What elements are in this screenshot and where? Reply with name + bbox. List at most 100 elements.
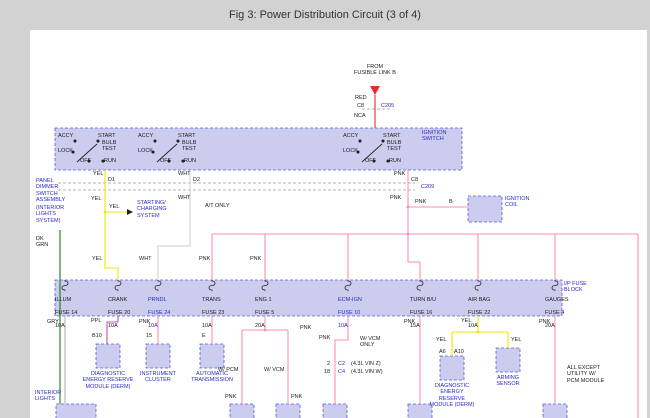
switch-run-label: RUN	[389, 158, 401, 164]
starting-system-arrow-icon	[127, 209, 133, 215]
fuse-name: AIR BAG	[468, 297, 490, 303]
vcm-box	[276, 404, 300, 418]
wiring-diagram	[0, 0, 650, 418]
connector-c4-link[interactable]: C4	[338, 369, 345, 375]
fuse-ecm-ign-link[interactable]: ECM-IGN FUSE 10 10A	[338, 291, 362, 335]
fuse-amp: 20A	[255, 323, 274, 329]
wire-color-label: PNK	[139, 319, 150, 325]
wire-color-label: YEL	[93, 171, 103, 177]
wire-color-label: PNK	[404, 319, 415, 325]
switch-lock-label: LOCK	[343, 148, 358, 154]
switch-off-label: OFF	[80, 158, 91, 164]
at-only-note: A/T ONLY	[205, 203, 230, 209]
wpcm-note: W/ PCM	[218, 367, 238, 373]
wvcm-only-note: W/ VCM ONLY	[360, 336, 390, 349]
wire-wht-at-only	[158, 170, 190, 281]
connector-c2-link[interactable]: C2	[338, 361, 345, 367]
ignition-switch-label[interactable]: IGNITION SWITCH	[422, 130, 462, 143]
derm-link[interactable]: DIAGNOSTIC ENERGY RESERVE MODULE (DERM)	[78, 371, 138, 390]
fuse-turn-bu: TURN B/U FUSE 16 15A	[410, 291, 436, 335]
switch-off-label: OFF	[365, 158, 376, 164]
fuse-name: ILLUM	[55, 297, 77, 303]
wire-color-label: YEL	[511, 337, 521, 343]
wire-color-label: YEL	[436, 337, 446, 343]
instrument-cluster-box	[146, 344, 170, 368]
fuse-illum: ILLUM FUSE 14 10A	[55, 291, 77, 335]
fuse-air-bag: AIR BAG FUSE 22 10A	[468, 291, 490, 335]
gauges-box	[543, 404, 567, 418]
vin-note: (4.3L VIN Z)	[351, 361, 381, 367]
switch-lock-label: LOCK	[138, 148, 153, 154]
junction-dot	[407, 233, 410, 236]
wire-color-label: YEL	[92, 256, 102, 262]
switch-bulb-label: BULB TEST	[102, 140, 116, 153]
terminal-label: D1	[108, 177, 115, 183]
panel-dimmer-switch-link[interactable]: PANEL DIMMER SWITCH ASSEMBLY	[36, 178, 76, 203]
terminal-label: C8	[357, 103, 364, 109]
fuse-crank: CRANK FUSE 20 10A	[108, 291, 130, 335]
fuse-name: PRNDL	[148, 297, 170, 303]
fuse-prndl-link[interactable]: PRNDL FUSE 24 10A	[148, 291, 170, 335]
derm-box	[96, 344, 120, 368]
switch-lock-label: LOCK	[58, 148, 73, 154]
ignition-coil-link[interactable]: IGNITION COIL	[505, 196, 541, 209]
wire-color-label: WHT	[178, 195, 191, 201]
switch-off-label: OFF	[160, 158, 171, 164]
wire-color-label: GRY	[47, 319, 59, 325]
fuse-amp: 10A	[202, 323, 224, 329]
fuse-eng1: ENG 1 FUSE 5 20A	[255, 291, 274, 335]
nca-label: NCA	[354, 113, 366, 119]
switch-accy-label: ACCY	[138, 133, 153, 139]
wire-color-label: PPL	[91, 318, 101, 324]
fuse-id: FUSE 23	[202, 310, 224, 316]
connector-c205-link[interactable]: C205	[381, 103, 394, 109]
all-except-note: ALL EXCEPT UTILITY W/ PCM MODULE	[567, 365, 615, 384]
wire-color-label: PNK	[319, 335, 330, 341]
ip-fuse-block-label[interactable]: I/P FUSE BLOCK	[564, 281, 598, 294]
pcm-box	[230, 404, 254, 418]
wire-color-label: YEL	[461, 318, 471, 324]
wire-color-label: PNK	[291, 394, 302, 400]
terminal-label: 2	[327, 361, 330, 367]
connector-c209-link[interactable]: C209	[421, 184, 434, 190]
fuse-id: FUSE 5	[255, 310, 274, 316]
terminal-label: A10	[454, 349, 464, 355]
terminal-label: 15	[146, 333, 152, 339]
fuse-name: TURN B/U	[410, 297, 436, 303]
starting-charging-system-link[interactable]: STARTING/ CHARGING SYSTEM	[137, 200, 181, 219]
wire-color-label: WHT	[139, 256, 152, 262]
switch-accy-label: ACCY	[58, 133, 73, 139]
ecm-box	[323, 404, 347, 418]
arming-sensor-link[interactable]: ARMING SENSOR	[492, 375, 524, 388]
interior-lights-link[interactable]: INTERIOR LIGHTS	[35, 390, 69, 403]
derm2-box	[440, 356, 464, 380]
figure-viewer: Fig 3: Power Distribution Circuit (3 of …	[0, 0, 650, 418]
fuse-id: FUSE 22	[468, 310, 490, 316]
wire-color-label: YEL	[109, 204, 119, 210]
terminal-label: B10	[92, 333, 102, 339]
fuse-amp: 10A	[108, 323, 130, 329]
fuse-name: ENG 1	[255, 297, 274, 303]
fuse-name: TRANS	[202, 297, 224, 303]
instrument-cluster-link[interactable]: INSTRUMENT CLUSTER	[138, 371, 178, 384]
interior-lights-box	[56, 404, 96, 418]
fuse-amp: 10A	[338, 323, 362, 329]
switch-bulb-label: BULB TEST	[182, 140, 196, 153]
fuse-id: FUSE 16	[410, 310, 436, 316]
vin-note: (4.3L VIN W)	[351, 369, 383, 375]
fuse-name: CRANK	[108, 297, 130, 303]
fuse-gauges: GAUGES FUSE 4 20A	[545, 291, 569, 335]
derm2-link[interactable]: DIAGNOSTIC ENERGY RESERVE MODULE (DERM)	[424, 383, 480, 408]
wire-color-label: WHT	[178, 171, 191, 177]
wvcm-note: W/ VCM	[264, 367, 284, 373]
wire-color-label: RED	[355, 95, 367, 101]
wire-color-label: PNK	[250, 256, 261, 262]
fuse-id: FUSE 24	[148, 310, 170, 316]
interior-lights-system-link[interactable]: (INTERIOR LIGHTS SYSTEM)	[36, 205, 80, 224]
terminal-label: A6	[439, 349, 446, 355]
source-label: FROM FUSIBLE LINK B	[335, 64, 415, 77]
ignition-coil-box	[468, 196, 502, 222]
fuse-id: FUSE 20	[108, 310, 130, 316]
fusible-link-arrow-icon	[370, 86, 380, 95]
terminal-label: B	[449, 199, 453, 205]
